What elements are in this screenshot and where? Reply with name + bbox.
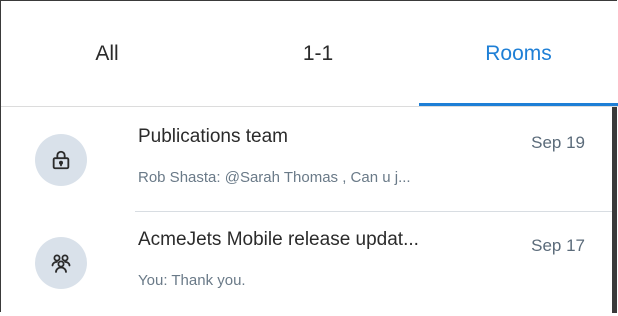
room-avatar <box>35 237 87 289</box>
tab-1-1[interactable]: 1-1 <box>213 1 423 107</box>
conversation-tabs: All 1-1 Rooms <box>1 1 618 107</box>
scrollbar[interactable] <box>612 107 617 313</box>
lock-icon <box>52 150 70 170</box>
room-date: Sep 19 <box>531 133 585 152</box>
room-item-publications-team[interactable]: Publications team Sep 19 Rob Shasta: @Sa… <box>1 109 613 213</box>
conversation-panel: All 1-1 Rooms Publications team Sep 19 R… <box>0 0 618 313</box>
active-tab-indicator <box>419 103 618 106</box>
room-name: Publications team <box>138 126 288 147</box>
room-item-acmejets-mobile[interactable]: AcmeJets Mobile release updat... Sep 17 … <box>1 212 613 316</box>
room-last-message: Rob Shasta: @Sarah Thomas , Can u j... <box>138 169 411 186</box>
tab-rooms[interactable]: Rooms <box>419 1 618 107</box>
room-date: Sep 17 <box>531 236 585 255</box>
room-name: AcmeJets Mobile release updat... <box>138 229 419 250</box>
people-group-icon <box>51 254 71 273</box>
room-last-message: You: Thank you. <box>138 272 246 289</box>
room-avatar <box>35 134 87 186</box>
tab-all[interactable]: All <box>1 1 213 107</box>
